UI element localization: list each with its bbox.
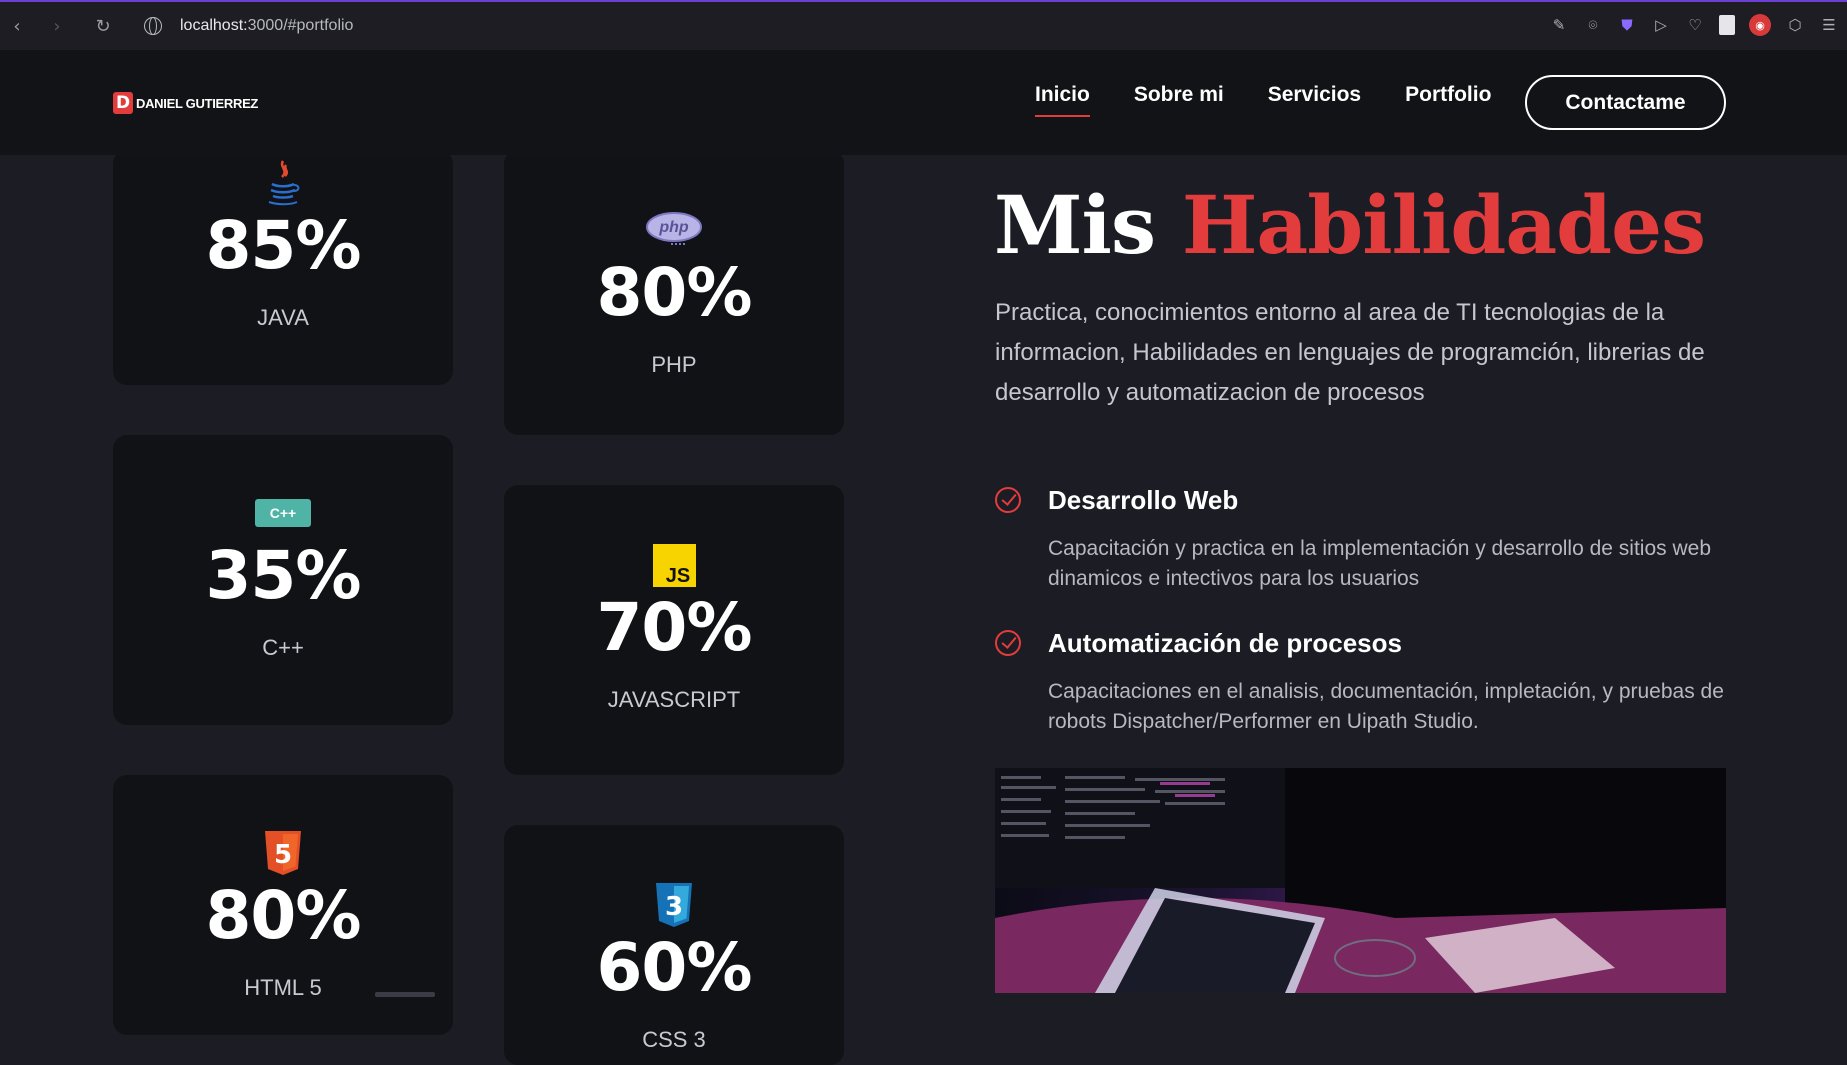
section-title-plain: Mis — [994, 178, 1156, 272]
address-bar[interactable]: localhost:3000/#portfolio — [180, 17, 353, 35]
skill-name: JAVA — [257, 305, 309, 330]
shield-icon[interactable]: ⛊ — [1617, 15, 1637, 35]
logo-text: DANIEL GUTIERREZ — [136, 95, 259, 111]
nav-inicio[interactable]: Inicio — [1035, 83, 1090, 117]
forward-icon[interactable]: › — [44, 13, 70, 39]
nav-servicios[interactable]: Servicios — [1268, 83, 1361, 117]
url-path: 3000/#portfolio — [247, 17, 354, 34]
workspace-photo — [995, 768, 1726, 993]
js-icon-text: JS — [665, 565, 689, 587]
section-title: Mis Habilidades — [994, 178, 1706, 272]
skill-name: CSS 3 — [642, 1027, 706, 1052]
skill-percent: 80% — [205, 877, 362, 954]
skill-name: PHP — [651, 352, 697, 377]
skill-name: JAVASCRIPT — [607, 687, 741, 712]
feature-desarrollo-web: Desarrollo Web Capacitación y practica e… — [995, 485, 1735, 594]
back-icon[interactable]: ‹ — [4, 13, 30, 39]
html5-icon: 5 — [263, 825, 303, 881]
nav-sobre-mi[interactable]: Sobre mi — [1134, 83, 1224, 117]
extension-toolbar: ✎ ⌾ ⛊ ▷ ♡ ◉ ⬡ ☰ — [1549, 14, 1839, 36]
skill-name: C++ — [262, 635, 304, 660]
cube-icon[interactable]: ⬡ — [1785, 15, 1805, 35]
contact-button[interactable]: Contactame — [1525, 75, 1726, 130]
skill-card-css3: 3 60% CSS 3 — [504, 825, 844, 1065]
camera-icon[interactable]: ⌾ — [1583, 15, 1603, 35]
php-icon: php — [645, 202, 703, 258]
horizontal-scrollbar[interactable] — [375, 992, 435, 997]
skill-card-cpp: C++ 35% C++ — [113, 435, 453, 725]
skill-percent: 60% — [596, 929, 753, 1006]
skill-card-php: php 80% PHP — [504, 150, 844, 435]
nav-portfolio[interactable]: Portfolio — [1405, 83, 1491, 117]
check-circle-icon — [995, 487, 1021, 513]
feature-title: Automatización de procesos — [1048, 628, 1402, 658]
php-icon-text: php — [658, 219, 689, 236]
cpp-icon: C++ — [255, 485, 311, 541]
java-icon — [263, 155, 303, 211]
sidebar-icon[interactable]: ☰ — [1819, 15, 1839, 35]
url-host: localhost: — [180, 17, 248, 34]
send-icon[interactable]: ▷ — [1651, 15, 1671, 35]
js-icon: JS — [652, 537, 696, 593]
record-icon[interactable]: ◉ — [1749, 14, 1771, 36]
site-info-icon[interactable] — [144, 17, 162, 35]
skill-card-javascript: JS 70% JAVASCRIPT — [504, 485, 844, 775]
feature-automatizacion: Automatización de procesos Capacitacione… — [995, 628, 1735, 737]
check-circle-icon — [995, 630, 1021, 656]
css3-icon-text: 3 — [665, 892, 683, 922]
reload-icon[interactable]: ↻ — [90, 13, 116, 39]
feature-description: Capacitaciones en el analisis, documenta… — [1048, 680, 1724, 733]
document-icon[interactable] — [1719, 15, 1735, 35]
skill-card-java: 85% JAVA — [113, 150, 453, 385]
cpp-icon-text: C++ — [270, 505, 296, 521]
browser-toolbar: ‹ › ↻ localhost:3000/#portfolio ✎ ⌾ ⛊ ▷ … — [0, 0, 1847, 50]
html5-icon-text: 5 — [274, 840, 292, 870]
workspace-photo-art — [995, 768, 1726, 993]
skill-percent: 80% — [596, 254, 753, 331]
main-nav-overlay: Inicio Sobre mi Servicios Portfolio — [1035, 78, 1535, 117]
skill-percent: 70% — [596, 589, 753, 666]
edit-icon[interactable]: ✎ — [1549, 15, 1569, 35]
css3-icon: 3 — [654, 877, 694, 933]
section-description: Practica, conocimientos entorno al area … — [995, 299, 1705, 406]
site-logo-overlay[interactable]: D DANIEL GUTIERREZ — [113, 92, 258, 114]
logo-mark: D — [113, 92, 133, 114]
skill-name: HTML 5 — [244, 975, 322, 1000]
feature-title: Desarrollo Web — [1048, 485, 1239, 515]
skill-percent: 85% — [205, 207, 362, 284]
section-title-accent: Habilidades — [1181, 178, 1706, 272]
skill-percent: 35% — [205, 537, 362, 614]
feature-description: Capacitación y practica en la implementa… — [1048, 537, 1711, 590]
site-header-backdrop: D DANIEL GUTIERREZ Inicio Sobre mi Servi… — [0, 50, 1847, 155]
heart-icon[interactable]: ♡ — [1685, 15, 1705, 35]
